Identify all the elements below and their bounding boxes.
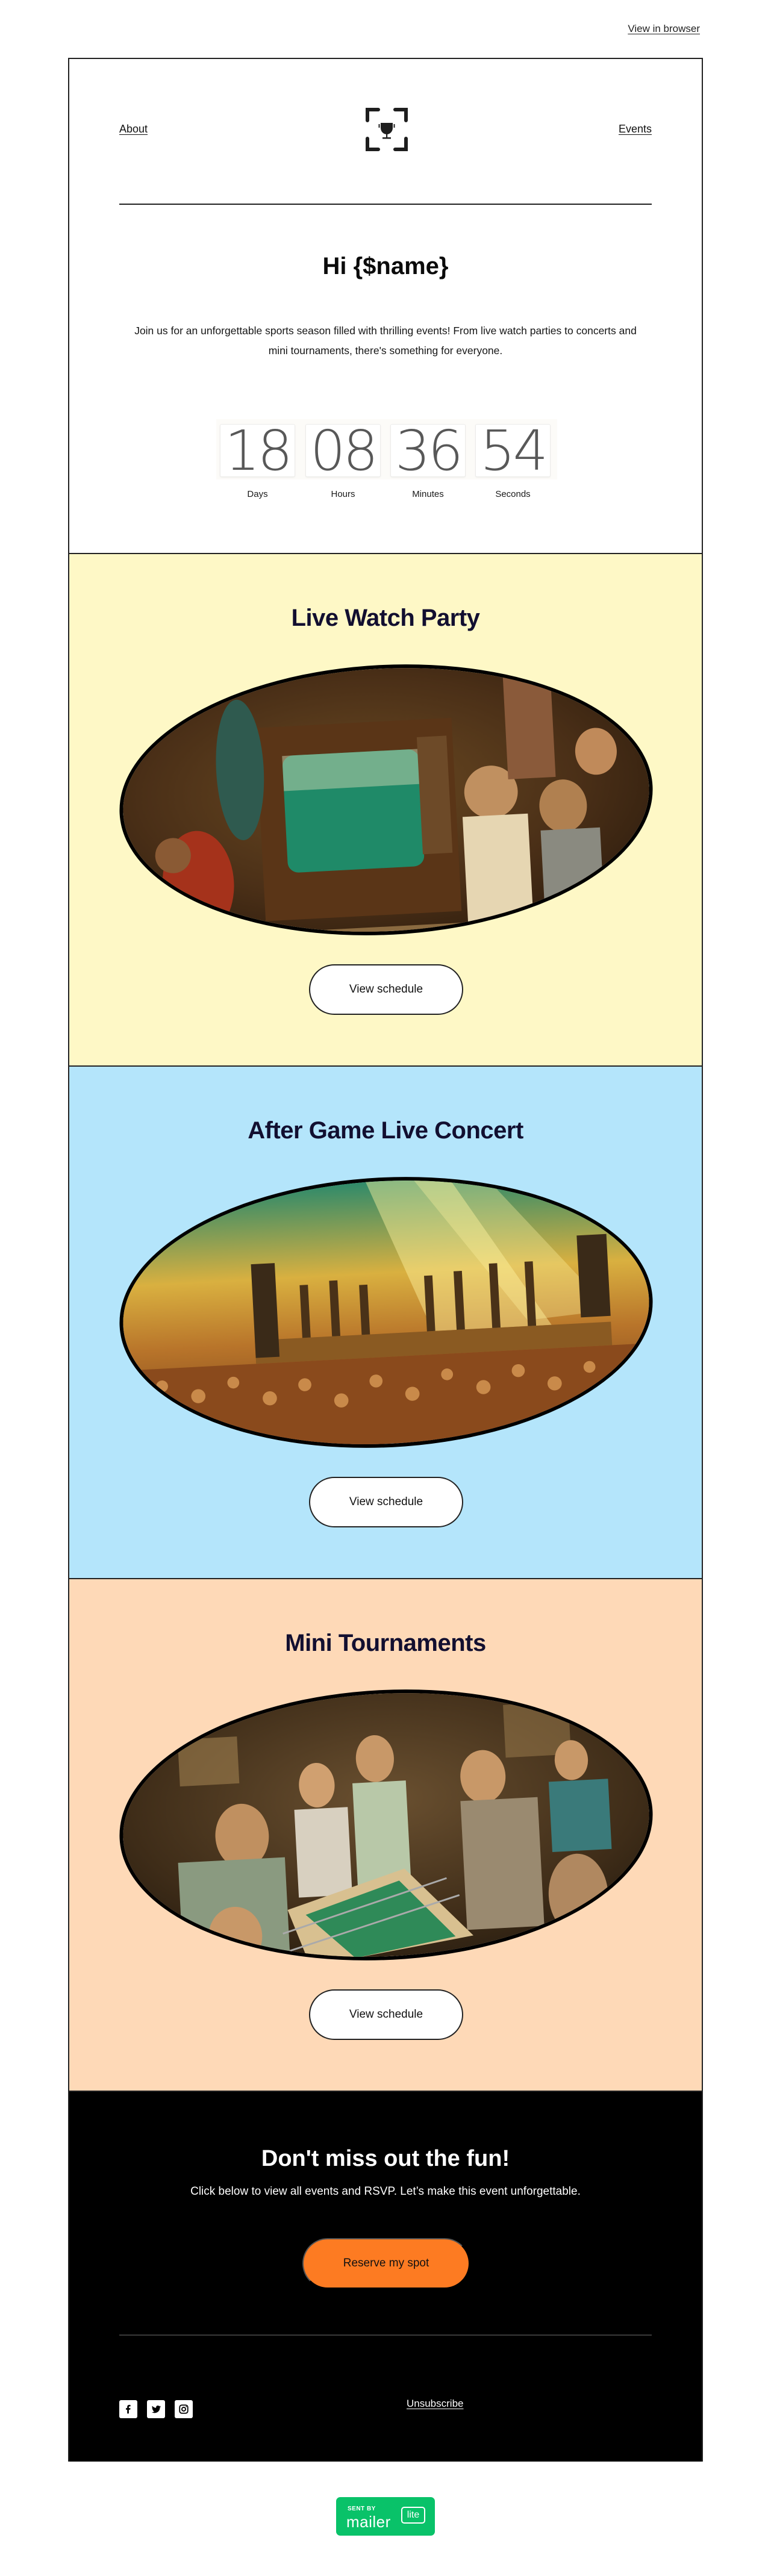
- footer-divider: [119, 2334, 652, 2336]
- social-links: [119, 2400, 193, 2418]
- trophy-frame-icon[interactable]: [365, 107, 408, 152]
- event-section-watch-party: Live Watch Party View schedule: [69, 553, 702, 1065]
- countdown-days-label: Days: [247, 489, 268, 499]
- countdown-timer: 18 08 36 54 Days Hours Minutes Seconds: [216, 419, 557, 499]
- badge-mailer: mailer: [346, 2513, 391, 2531]
- mailerlite-badge[interactable]: SENT BY mailer lite: [336, 2497, 435, 2536]
- countdown-seconds-label: Seconds: [495, 489, 531, 499]
- view-schedule-button[interactable]: View schedule: [309, 1477, 463, 1527]
- top-bar: View in browser: [0, 0, 771, 58]
- countdown-seconds-value: 54: [475, 424, 551, 477]
- badge-sent-by: SENT BY: [348, 2506, 376, 2512]
- event-title: After Game Live Concert: [248, 1117, 523, 1144]
- cta-footer-section: Don't miss out the fun! Click below to v…: [69, 2091, 702, 2462]
- email-header: About Events Hi {$name} Join us for an u…: [69, 59, 702, 553]
- header-divider: [119, 204, 652, 205]
- countdown-hours-value: 08: [305, 424, 381, 477]
- reserve-my-spot-button[interactable]: Reserve my spot: [302, 2238, 470, 2289]
- view-schedule-button[interactable]: View schedule: [309, 964, 463, 1015]
- twitter-icon[interactable]: [147, 2400, 165, 2418]
- cta-text: Click below to view all events and RSVP.…: [190, 2185, 581, 2198]
- view-schedule-button[interactable]: View schedule: [309, 1989, 463, 2040]
- event-section-tournaments: Mini Tournaments View schedule: [69, 1578, 702, 2091]
- greeting-heading: Hi {$name}: [322, 253, 449, 279]
- countdown-minutes-label: Minutes: [412, 489, 444, 499]
- badge-lite: lite: [401, 2507, 425, 2524]
- stage-concert-crowd-image: [112, 1164, 660, 1461]
- facebook-icon[interactable]: [119, 2400, 137, 2418]
- cta-heading: Don't miss out the fun!: [261, 2146, 510, 2171]
- nav-events-link[interactable]: Events: [619, 123, 652, 136]
- event-section-concert: After Game Live Concert View schedule: [69, 1065, 702, 1578]
- foosball-tournament-image: [112, 1676, 660, 1974]
- intro-text: Join us for an unforgettable sports seas…: [134, 325, 637, 357]
- event-title: Mini Tournaments: [285, 1630, 486, 1656]
- instagram-icon[interactable]: [175, 2400, 193, 2418]
- view-in-browser-link[interactable]: View in browser: [628, 23, 700, 35]
- countdown-hours-label: Hours: [331, 489, 355, 499]
- countdown-days-value: 18: [220, 424, 295, 477]
- nav-about-link[interactable]: About: [119, 123, 148, 136]
- vintage-tv-watch-party-image: [112, 651, 660, 949]
- event-title: Live Watch Party: [291, 605, 480, 631]
- countdown-minutes-value: 36: [390, 424, 466, 477]
- email-container: About Events Hi {$name} Join us for an u…: [68, 58, 703, 2462]
- unsubscribe-link[interactable]: Unsubscribe: [407, 2398, 464, 2410]
